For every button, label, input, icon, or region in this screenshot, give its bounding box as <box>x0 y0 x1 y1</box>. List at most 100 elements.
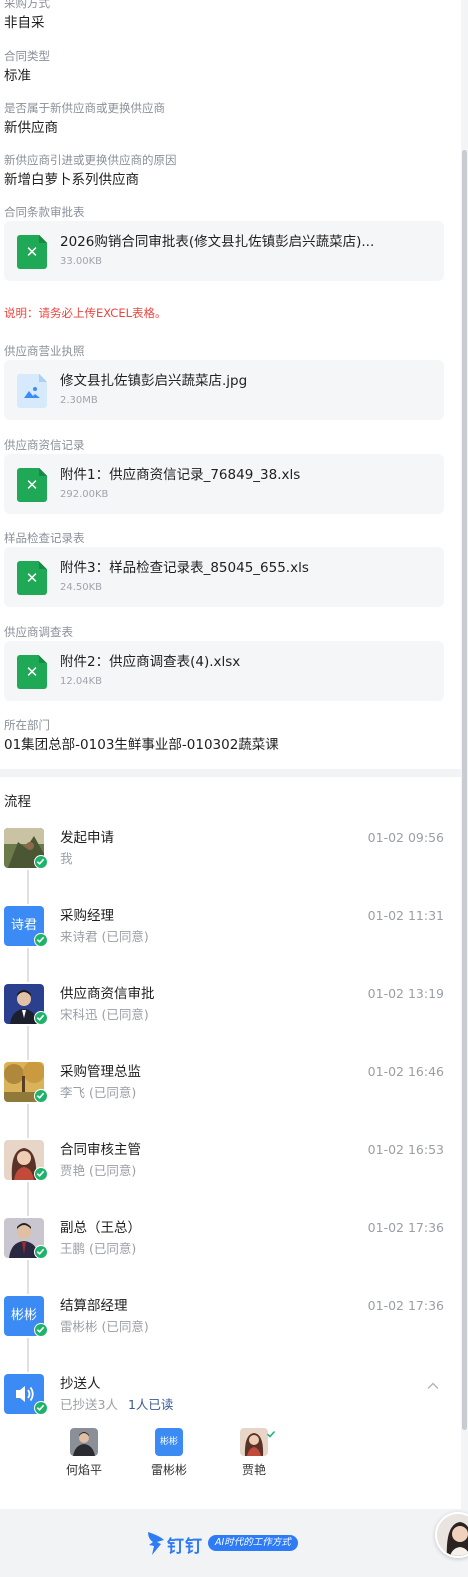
file-name: 附件2：供应商调查表(4).xlsx <box>60 654 241 670</box>
file-size: 292.00KB <box>60 489 109 500</box>
file-size: 2.30MB <box>60 395 98 406</box>
field-value: 新增白萝卜系列供应商 <box>4 172 139 188</box>
cc-person-name: 雷彬彬 <box>150 1463 187 1477</box>
step-time: 01-02 13:19 <box>367 986 444 1001</box>
excel-file-icon: ✕ <box>17 655 47 689</box>
dingtalk-wing-icon <box>148 1532 164 1555</box>
step-title: 采购经理 <box>60 908 114 924</box>
step-approver: 来诗君 (已同意) <box>60 929 149 944</box>
upload-note: 说明：请务必上传EXCEL表格。 <box>4 306 167 320</box>
file-card-business-license[interactable]: 修文县扎佐镇彭启兴蔬菜店.jpg 2.30MB <box>4 360 444 420</box>
excel-file-icon: ✕ <box>17 561 47 595</box>
excel-file-icon: ✕ <box>17 468 47 502</box>
field-label: 是否属于新供应商或更换供应商 <box>4 101 165 115</box>
scrollbar-thumb[interactable] <box>462 150 467 1430</box>
file-size: 24.50KB <box>60 582 103 593</box>
footer: 钉钉 AI时代的工作方式 <box>0 1509 461 1577</box>
process-step-settlement-manager[interactable]: 彬彬 结算部经理 雷彬彬 (已同意) 01-02 17:36 <box>4 1296 444 1346</box>
approved-check-icon <box>34 1401 48 1415</box>
avatar: 彬彬 <box>155 1428 183 1456</box>
field-department: 所在部门 01集团总部-0103生鲜事业部-010302蔬菜课 <box>4 717 456 755</box>
field-credit-record: 供应商资信记录 <box>4 437 456 453</box>
process-step-purchase-manager[interactable]: 诗君 采购经理 来诗君 (已同意) 01-02 11:31 <box>4 906 444 956</box>
field-label: 合同条款审批表 <box>4 205 85 219</box>
file-size: 33.00KB <box>60 256 103 267</box>
cc-person[interactable]: 何焰平 <box>54 1428 114 1478</box>
approved-check-icon <box>34 1245 48 1259</box>
dingtalk-logo: 钉钉 AI时代的工作方式 <box>146 1530 298 1557</box>
process-step-initiate[interactable]: 发起申请 我 01-02 09:56 <box>4 828 444 878</box>
process-step-credit-approval[interactable]: 供应商资信审批 宋科迅 (已同意) 01-02 13:19 <box>4 984 444 1034</box>
file-name: 附件3：样品检查记录表_85045_655.xls <box>60 560 309 576</box>
approved-check-icon <box>34 1089 48 1103</box>
approved-check-icon <box>34 1323 48 1337</box>
field-new-supplier: 是否属于新供应商或更换供应商 新供应商 <box>4 100 456 138</box>
approved-check-icon <box>34 855 48 869</box>
section-divider <box>0 769 461 777</box>
field-value: 非自采 <box>4 15 45 31</box>
field-reason: 新供应商引进或更换供应商的原因 新增白萝卜系列供应商 <box>4 152 456 190</box>
brand-slogan: AI时代的工作方式 <box>208 1535 298 1551</box>
step-title: 发起申请 <box>60 830 114 846</box>
step-time: 01-02 09:56 <box>367 830 444 845</box>
step-title: 副总（王总） <box>60 1220 141 1236</box>
field-label: 所在部门 <box>4 718 50 732</box>
file-card-supplier-survey[interactable]: ✕ 附件2：供应商调查表(4).xlsx 12.04KB <box>4 641 444 701</box>
scrollbar-track[interactable] <box>461 0 468 1577</box>
step-title: 结算部经理 <box>60 1298 128 1314</box>
field-value: 标准 <box>4 68 31 84</box>
cc-person[interactable]: 贾艳 <box>224 1428 284 1478</box>
field-label: 采购方式 <box>4 0 50 10</box>
file-name: 附件1：供应商资信记录_76849_38.xls <box>60 467 301 483</box>
cc-summary: 已抄送3人 1人已读 <box>60 1396 173 1414</box>
excel-file-icon: ✕ <box>17 235 47 269</box>
step-time: 01-02 16:46 <box>367 1064 444 1079</box>
approved-check-icon <box>34 933 48 947</box>
step-time: 01-02 17:36 <box>367 1220 444 1235</box>
cc-person-name: 何焰平 <box>65 1463 102 1477</box>
cc-person[interactable]: 彬彬 雷彬彬 <box>139 1428 199 1478</box>
process-step-vice-president[interactable]: 副总（王总） 王鹏 (已同意) 01-02 17:36 <box>4 1218 444 1268</box>
step-approver: 王鹏 (已同意) <box>60 1241 137 1256</box>
cc-count: 已抄送3人 <box>60 1397 118 1412</box>
field-label: 样品检查记录表 <box>4 531 85 545</box>
approved-check-icon <box>34 1011 48 1025</box>
read-check-icon <box>266 1424 276 1443</box>
cc-person-name: 贾艳 <box>241 1463 266 1477</box>
step-time: 01-02 16:53 <box>367 1142 444 1157</box>
step-title: 合同审核主管 <box>60 1142 141 1158</box>
image-file-icon <box>17 374 47 408</box>
cc-read-count[interactable]: 1人已读 <box>128 1397 173 1412</box>
step-title: 采购管理总监 <box>60 1064 141 1080</box>
file-card-credit-record[interactable]: ✕ 附件1：供应商资信记录_76849_38.xls 292.00KB <box>4 454 444 514</box>
field-approval-form: 合同条款审批表 <box>4 204 456 220</box>
file-name: 修文县扎佐镇彭启兴蔬菜店.jpg <box>60 373 248 389</box>
file-card-sample-inspection[interactable]: ✕ 附件3：样品检查记录表_85045_655.xls 24.50KB <box>4 547 444 607</box>
field-label: 供应商调查表 <box>4 625 73 639</box>
step-approver: 雷彬彬 (已同意) <box>60 1319 149 1334</box>
step-title: 供应商资信审批 <box>60 986 155 1002</box>
field-value: 01集团总部-0103生鲜事业部-010302蔬菜课 <box>4 737 279 753</box>
field-label: 供应商营业执照 <box>4 344 85 358</box>
process-step-cc[interactable]: 抄送人 已抄送3人 1人已读 <box>4 1374 444 1424</box>
field-label: 供应商资信记录 <box>4 438 85 452</box>
cc-title: 抄送人 <box>60 1376 101 1392</box>
avatar <box>240 1428 276 1456</box>
file-name: 2026购销合同审批表(修文县扎佐镇彭启兴蔬菜店)... <box>60 234 375 250</box>
file-size: 12.04KB <box>60 676 103 687</box>
field-supplier-survey: 供应商调查表 <box>4 624 456 640</box>
step-time: 01-02 11:31 <box>367 908 444 923</box>
step-time: 01-02 17:36 <box>367 1298 444 1313</box>
process-step-purchase-director[interactable]: 采购管理总监 李飞 (已同意) 01-02 16:46 <box>4 1062 444 1112</box>
brand-name: 钉钉 <box>167 1537 203 1557</box>
avatar <box>70 1428 98 1456</box>
chevron-up-icon[interactable] <box>426 1378 440 1397</box>
process-step-contract-review[interactable]: 合同审核主管 贾艳 (已同意) 01-02 16:53 <box>4 1140 444 1190</box>
file-card-approval-form[interactable]: ✕ 2026购销合同审批表(修文县扎佐镇彭启兴蔬菜店)... 33.00KB <box>4 221 444 281</box>
field-value: 新供应商 <box>4 120 58 136</box>
process-title: 流程 <box>4 794 31 810</box>
step-approver: 李飞 (已同意) <box>60 1085 137 1100</box>
field-business-license: 供应商营业执照 <box>4 343 456 359</box>
field-purchase-method: 采购方式 非自采 <box>4 0 456 33</box>
field-contract-type: 合同类型 标准 <box>4 48 456 86</box>
